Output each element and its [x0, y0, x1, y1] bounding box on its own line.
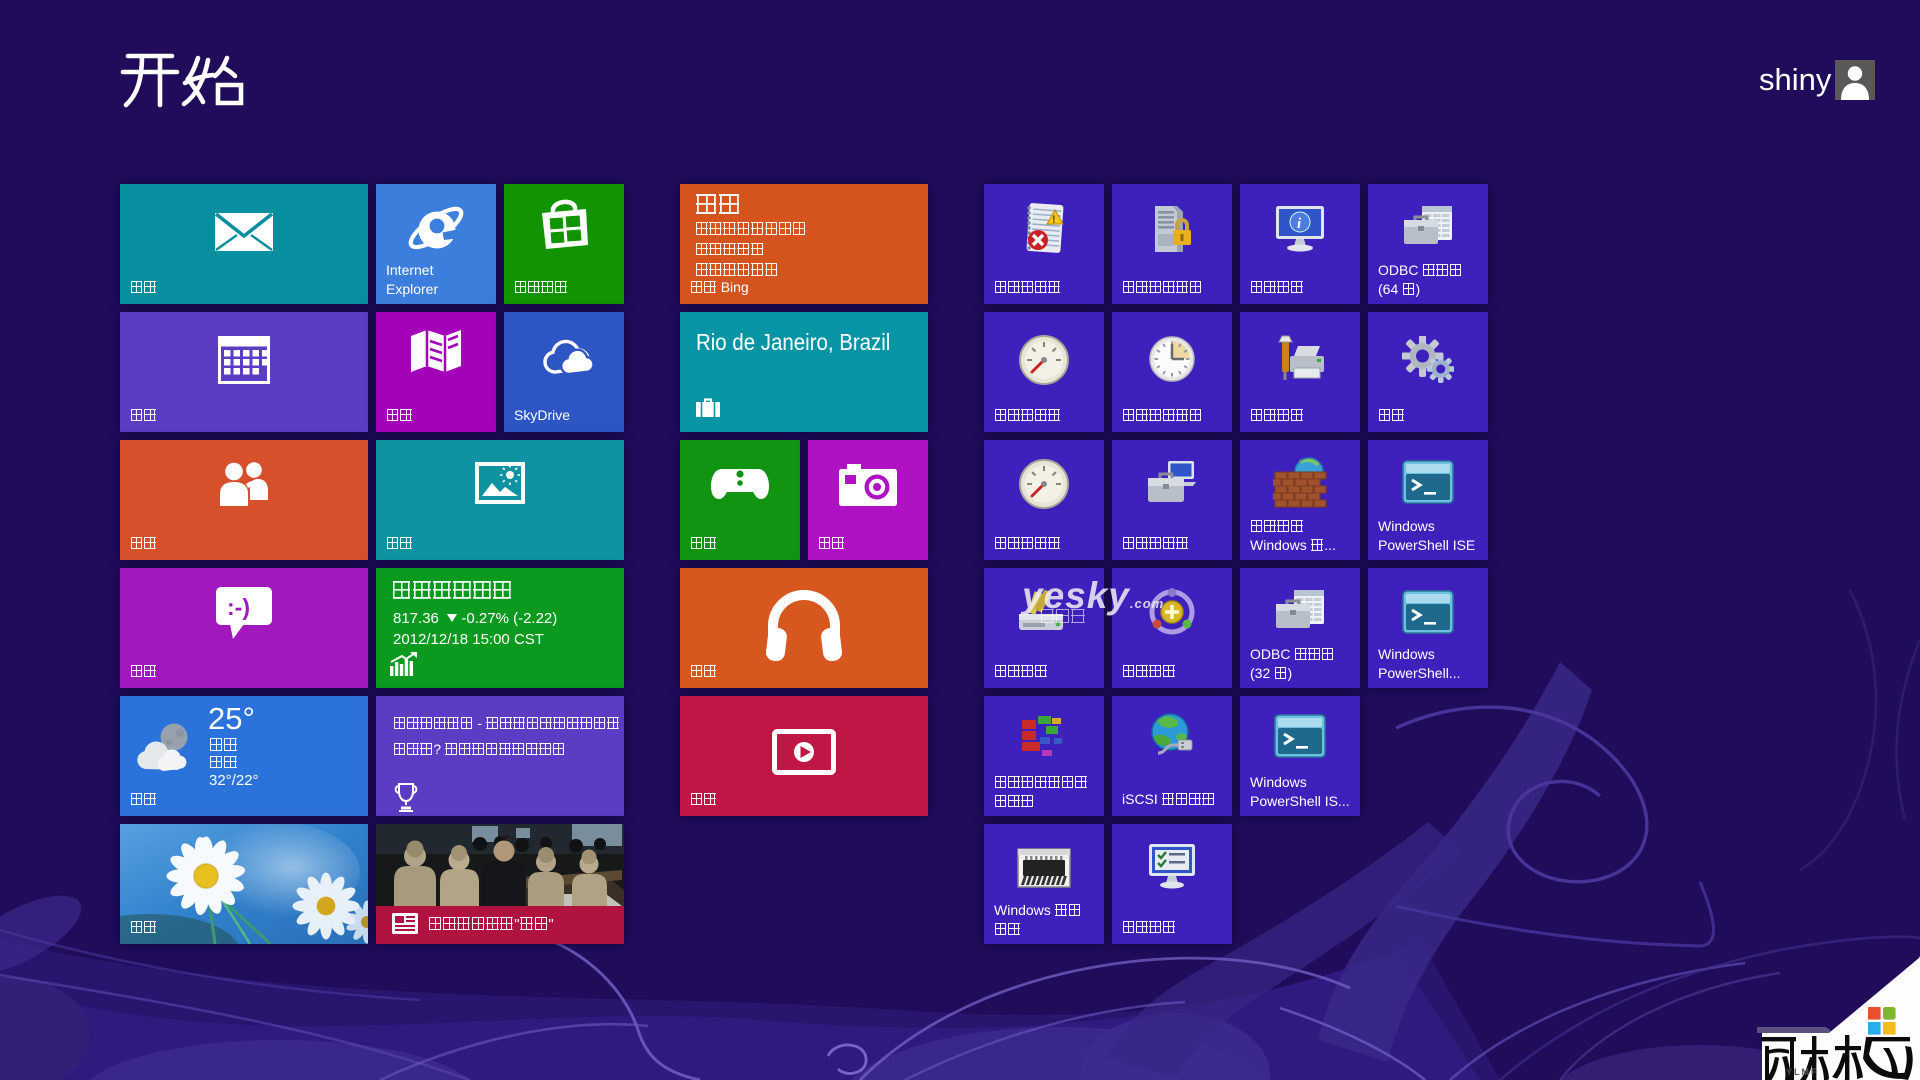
svg-text::-): :-)	[227, 594, 250, 620]
svg-text:!: !	[1052, 214, 1056, 226]
svg-text:YLMF: YLMF	[1786, 1067, 1819, 1077]
